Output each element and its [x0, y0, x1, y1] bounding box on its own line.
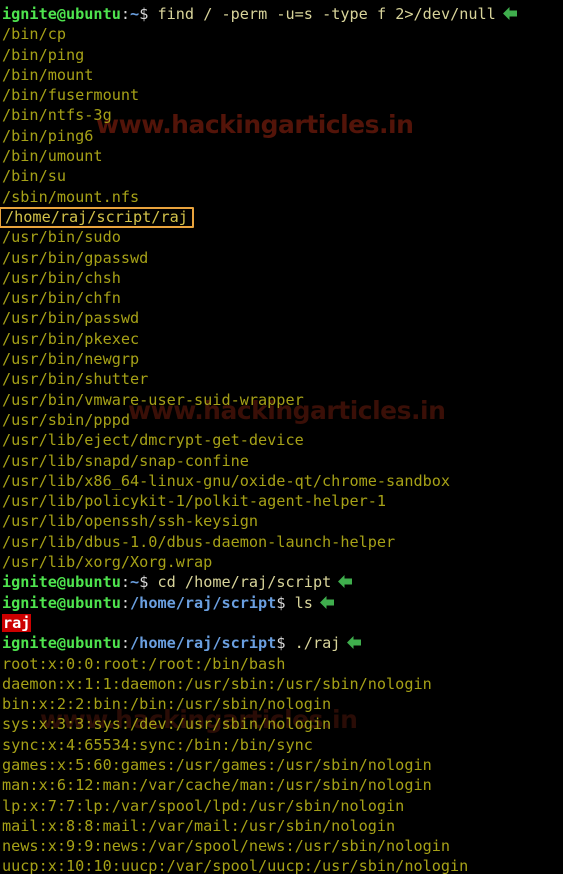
- prompt-dollar: $: [139, 573, 149, 592]
- passwd-output-line: mail:x:8:8:mail:/var/mail:/usr/sbin/nolo…: [2, 816, 396, 835]
- left-arrow-icon: [337, 574, 354, 589]
- find-output-line: /usr/bin/sudo: [2, 228, 121, 247]
- command-find-suid: find / -perm -u=s -type f 2>/dev/null: [157, 5, 496, 23]
- prompt-path-script: /home/raj/script: [130, 634, 277, 653]
- ls-suid-file: raj: [2, 613, 32, 632]
- passwd-output-line: sys:x:3:3:sys:/dev:/usr/sbin/nologin: [2, 715, 332, 734]
- passwd-output-line: lp:x:7:7:lp:/var/spool/lpd:/usr/sbin/nol…: [2, 796, 405, 815]
- find-output-line: /usr/bin/newgrp: [2, 350, 140, 369]
- left-arrow-icon: [502, 6, 519, 21]
- highlighted-suid-path: /home/raj/script/raj: [0, 206, 194, 228]
- command-line-cd: ignite@ubuntu:~$ cd /home/raj/script: [2, 572, 563, 592]
- prompt-colon: :: [120, 634, 131, 653]
- command-cd-script: cd /home/raj/script: [157, 573, 332, 592]
- find-output-line: /usr/lib/snapd/snap-confine: [2, 451, 249, 470]
- find-output-line: /bin/fusermount: [2, 86, 140, 105]
- left-arrow-icon: [346, 635, 363, 650]
- passwd-output-line: news:x:9:9:news:/var/spool/news:/usr/sbi…: [2, 837, 451, 856]
- prompt-user-host: ignite@ubuntu: [2, 5, 121, 23]
- passwd-output-line: daemon:x:1:1:daemon:/usr/sbin:/usr/sbin/…: [2, 674, 432, 693]
- passwd-output-line: uucp:x:10:10:uucp:/var/spool/uucp:/usr/s…: [2, 857, 469, 874]
- passwd-output-line: root:x:0:0:root:/root:/bin/bash: [2, 654, 286, 673]
- find-output-line: /bin/ntfs-3g: [2, 106, 112, 125]
- passwd-output-line: bin:x:2:2:bin:/bin:/usr/sbin/nologin: [2, 695, 332, 714]
- command-line-ls: ignite@ubuntu:/home/raj/script$ ls: [2, 593, 563, 613]
- find-output-line: /usr/bin/gpasswd: [2, 248, 149, 267]
- find-output-line: /sbin/mount.nfs: [2, 187, 140, 206]
- find-output-line: /bin/ping: [2, 45, 85, 64]
- find-output-line: /usr/bin/shutter: [2, 370, 149, 389]
- find-output-line: /bin/ping6: [2, 126, 94, 145]
- prompt-dollar: $: [276, 634, 286, 653]
- prompt-colon: :: [120, 573, 131, 592]
- prompt-user-host: ignite@ubuntu: [2, 573, 121, 592]
- find-output-line: /usr/lib/dbus-1.0/dbus-daemon-launch-hel…: [2, 532, 396, 551]
- find-output-line: /bin/cp: [2, 25, 67, 44]
- find-output-line: /usr/bin/vmware-user-suid-wrapper: [2, 390, 304, 409]
- find-output-line: /bin/mount: [2, 65, 94, 84]
- find-output-line: /usr/lib/xorg/Xorg.wrap: [2, 553, 213, 572]
- command-spacer: [286, 594, 295, 612]
- find-output-line: /usr/lib/openssh/ssh-keysign: [2, 512, 259, 531]
- command-spacer: [148, 573, 157, 591]
- command-text-find: [148, 5, 157, 23]
- find-output-line: /usr/bin/chfn: [2, 289, 121, 308]
- passwd-output-line: games:x:5:60:games:/usr/games:/usr/sbin/…: [2, 755, 432, 774]
- find-output-line: /usr/bin/pkexec: [2, 329, 140, 348]
- passwd-output-line: man:x:6:12:man:/var/cache/man:/usr/sbin/…: [2, 776, 432, 795]
- find-output-line: /usr/lib/policykit-1/polkit-agent-helper…: [2, 492, 387, 511]
- find-output-line: /bin/su: [2, 167, 67, 186]
- passwd-output-line: sync:x:4:65534:sync:/bin:/bin/sync: [2, 735, 313, 754]
- command-line-run: ignite@ubuntu:/home/raj/script$ ./raj: [2, 633, 563, 653]
- find-output-line: /bin/umount: [2, 147, 103, 166]
- prompt-path-home: ~: [130, 5, 140, 23]
- prompt-path-script: /home/raj/script: [130, 593, 277, 612]
- find-output-line: /usr/lib/eject/dmcrypt-get-device: [2, 431, 304, 450]
- highlighted-path-row: /home/raj/script/raj: [0, 206, 563, 228]
- prompt-user-host: ignite@ubuntu: [2, 593, 121, 612]
- prompt-path-home: ~: [130, 573, 140, 592]
- find-output-line: /usr/bin/passwd: [2, 309, 140, 328]
- ls-output-row: raj: [2, 613, 563, 633]
- terminal-window[interactable]: www.hackingarticles.in www.hackingarticl…: [0, 0, 563, 874]
- terminal-screen: ignite@ubuntu:~$ find / -perm -u=s -type…: [0, 4, 563, 874]
- left-arrow-icon: [319, 595, 336, 610]
- command-spacer: [286, 634, 295, 652]
- find-output-line: /usr/lib/x86_64-linux-gnu/oxide-qt/chrom…: [2, 471, 451, 490]
- command-line-find: ignite@ubuntu:~$ find / -perm -u=s -type…: [2, 4, 563, 24]
- prompt-dollar: $: [276, 593, 286, 612]
- command-run-raj: ./raj: [294, 634, 341, 653]
- prompt-dollar: $: [139, 5, 149, 23]
- prompt-user-host: ignite@ubuntu: [2, 634, 121, 653]
- prompt-colon: :: [120, 5, 131, 23]
- find-output-line: /usr/bin/chsh: [2, 268, 121, 287]
- find-output-line: /usr/sbin/pppd: [2, 410, 131, 429]
- command-ls: ls: [294, 593, 313, 612]
- prompt-colon: :: [120, 593, 131, 612]
